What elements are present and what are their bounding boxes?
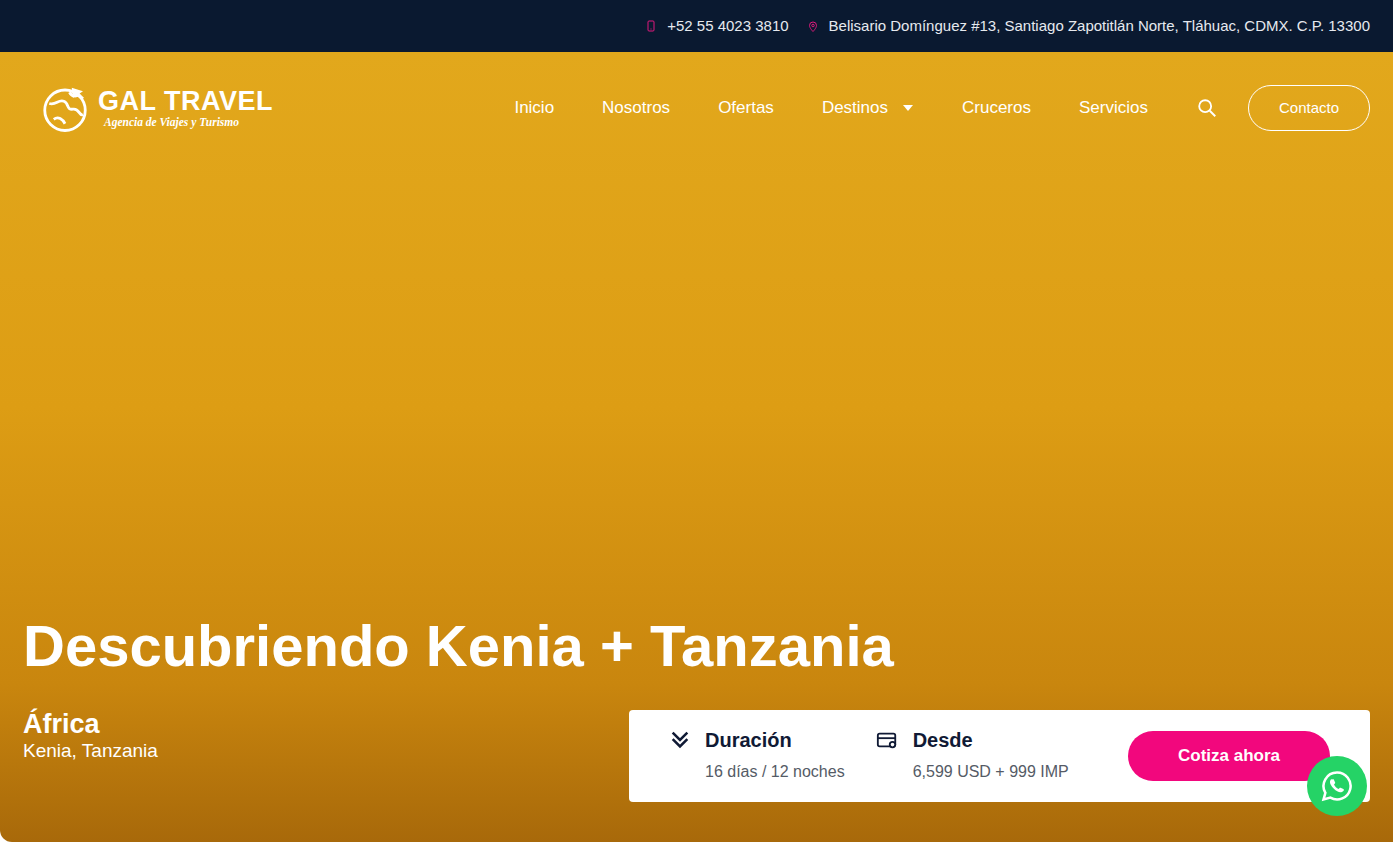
nav-item-label[interactable]: Destinos	[822, 95, 888, 121]
contact-button[interactable]: Contacto	[1248, 85, 1370, 131]
tour-region: África	[23, 710, 158, 740]
nav-item[interactable]: Cruceros	[962, 95, 1031, 121]
double-chevron-down-icon	[669, 729, 691, 751]
nav-menu: Inicio Nosotros Ofertas Destinos Cruceros Ser…	[514, 95, 1218, 121]
phone-info[interactable]: +52 55 4023 3810	[645, 15, 788, 38]
tour-header: Descubriendo Kenia + Tanzania ÁfricaKenia…	[0, 614, 1393, 842]
price-card-icon	[875, 729, 899, 751]
location-pin-icon	[807, 19, 819, 34]
nav-item-label[interactable]: Inicio	[514, 95, 554, 121]
tour-info-row: ÁfricaKenia, Tanzania Duración 16 días / 1…	[23, 710, 1370, 802]
phone-icon	[645, 19, 657, 33]
nav-item-label[interactable]: Servicios	[1079, 95, 1148, 121]
caret-down-icon	[902, 104, 914, 112]
nav-item[interactable]: Servicios	[1079, 95, 1148, 121]
tour-info-card: Duración 16 días / 12 noches Desde 6,599 US…	[629, 710, 1370, 802]
logo-text: GAL TRAVEL Agencia de Viajes y Turismo	[98, 88, 273, 129]
phone-number[interactable]: +52 55 4023 3810	[667, 15, 788, 38]
nav-item[interactable]: Destinos	[822, 95, 914, 121]
nav-item[interactable]: Inicio	[514, 95, 554, 121]
search-icon	[1196, 97, 1218, 119]
address: Belisario Domínguez #13, Santiago Zapoti…	[829, 15, 1370, 38]
duration-info-label: Duración	[705, 728, 845, 752]
quote-button[interactable]: Cotiza ahora	[1128, 731, 1330, 781]
price-info-text: Desde 6,599 USD + 999 IMP	[913, 728, 1069, 784]
price-info: Desde 6,599 USD + 999 IMP	[875, 728, 1069, 784]
search-button[interactable]	[1196, 97, 1218, 119]
tour-location: ÁfricaKenia, Tanzania	[23, 710, 158, 762]
tour-title: Descubriendo Kenia + Tanzania	[23, 614, 1370, 678]
top-bar: +52 55 4023 3810 Belisario Domínguez #13,…	[0, 0, 1393, 52]
price-info-label: Desde	[913, 728, 1069, 752]
whatsapp-icon	[1320, 769, 1354, 803]
duration-info: Duración 16 días / 12 noches	[669, 728, 845, 784]
hero-section: GAL TRAVEL Agencia de Viajes y Turismo Ini…	[0, 52, 1393, 842]
logo-name: GAL TRAVEL	[98, 88, 273, 115]
whatsapp-button[interactable]	[1307, 756, 1367, 816]
tour-countries: Kenia, Tanzania	[23, 740, 158, 763]
nav-item-label[interactable]: Nosotros	[602, 95, 670, 121]
nav-item[interactable]: Ofertas	[718, 95, 774, 121]
price-info-value: 6,599 USD + 999 IMP	[913, 760, 1069, 784]
duration-info-text: Duración 16 días / 12 noches	[705, 728, 845, 784]
logo-tagline: Agencia de Viajes y Turismo	[98, 117, 273, 129]
globe-plane-icon	[38, 81, 92, 135]
duration-info-value: 16 días / 12 noches	[705, 760, 845, 784]
nav-item-label[interactable]: Cruceros	[962, 95, 1031, 121]
address-info: Belisario Domínguez #13, Santiago Zapoti…	[807, 15, 1370, 38]
logo[interactable]: GAL TRAVEL Agencia de Viajes y Turismo	[38, 81, 273, 135]
nav-item-label[interactable]: Ofertas	[718, 95, 774, 121]
main-nav: GAL TRAVEL Agencia de Viajes y Turismo Ini…	[0, 52, 1393, 135]
nav-item[interactable]: Nosotros	[602, 95, 670, 121]
